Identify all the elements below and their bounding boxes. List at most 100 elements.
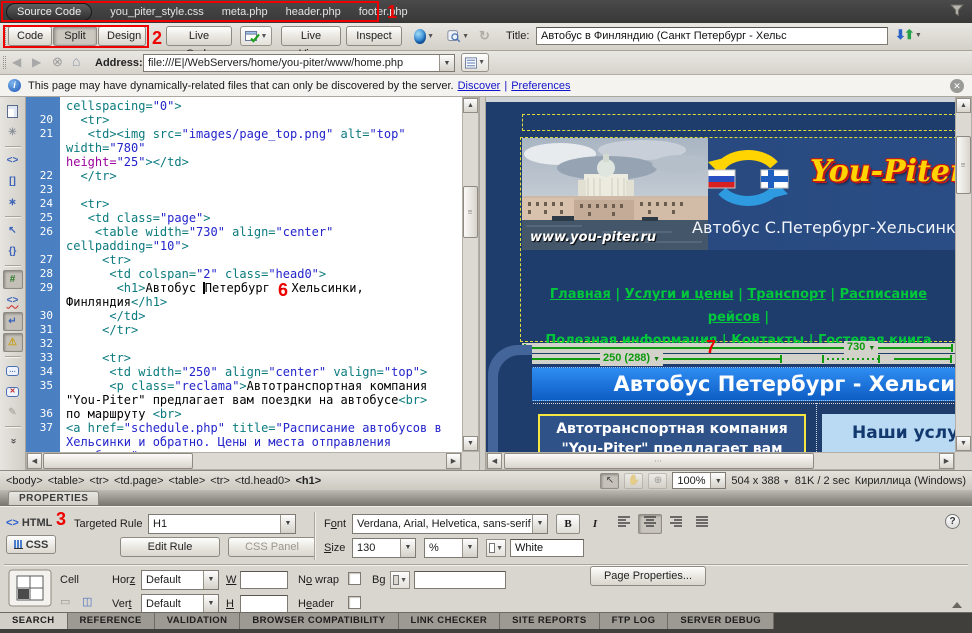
- code-line[interactable]: 21 <td><img src="images/page_top.png" al…: [26, 127, 462, 169]
- panel-tab-browser-compatibility[interactable]: BROWSER COMPATIBILITY: [240, 613, 398, 629]
- align-right-button[interactable]: [664, 514, 688, 534]
- text-color-input[interactable]: [510, 539, 584, 557]
- scroll-left-icon[interactable]: ◀: [27, 453, 42, 469]
- related-file-tab[interactable]: header.php: [286, 6, 341, 18]
- code-line[interactable]: 30 </td>: [26, 309, 462, 323]
- code-line[interactable]: 25 <td class="page">: [26, 211, 462, 225]
- code-line[interactable]: 27 <tr>: [26, 253, 462, 267]
- column-width-bar-250[interactable]: 250 (288) ▼: [522, 354, 955, 364]
- dropdown-arrow-icon[interactable]: ▼: [710, 473, 725, 488]
- size-unit-select[interactable]: %▼: [424, 538, 478, 558]
- header-checkbox[interactable]: [348, 596, 361, 609]
- select-tool-icon[interactable]: ↖: [600, 473, 619, 489]
- magnification-select[interactable]: 100%▼: [672, 472, 726, 489]
- panel-tab-ftp-log[interactable]: FTP LOG: [600, 613, 669, 629]
- align-center-button[interactable]: [638, 514, 662, 534]
- live-view-button[interactable]: Live View: [281, 26, 341, 46]
- bold-button[interactable]: B: [556, 514, 580, 534]
- discover-link[interactable]: Discover: [458, 80, 501, 92]
- code-line[interactable]: 31 </tr>: [26, 323, 462, 337]
- scroll-down-icon[interactable]: ▼: [463, 436, 478, 451]
- tag-selector-item[interactable]: <tr>: [89, 475, 109, 487]
- code-line[interactable]: 23: [26, 183, 462, 197]
- panel-tab-server-debug[interactable]: SERVER DEBUG: [668, 613, 774, 629]
- inspect-button[interactable]: Inspect: [346, 26, 402, 46]
- reclama-text-box[interactable]: Автотранспортная компания "You-Piter" пр…: [538, 414, 806, 452]
- table-width-bar-730[interactable]: 730 ▼: [522, 343, 955, 353]
- recent-snippets-icon[interactable]: »: [3, 431, 23, 450]
- source-code-tab[interactable]: Source Code: [6, 3, 92, 21]
- scrollbar-thumb[interactable]: ⋯: [504, 453, 814, 469]
- italic-button[interactable]: I: [583, 514, 607, 534]
- design-nav-link[interactable]: Услуги и цены: [625, 287, 734, 302]
- preferences-link[interactable]: Preferences: [511, 80, 570, 92]
- design-vertical-scrollbar[interactable]: ▲ ≡ ▼: [955, 97, 972, 452]
- tag-selector-item[interactable]: <table>: [48, 475, 85, 487]
- title-input[interactable]: [536, 27, 888, 45]
- window-size-select[interactable]: 504 x 388 ▼: [731, 475, 789, 487]
- dropdown-arrow-icon[interactable]: ▼: [280, 515, 295, 533]
- apply-comment-icon[interactable]: …: [3, 361, 23, 380]
- properties-panel-tab[interactable]: PROPERTIES: [8, 491, 99, 505]
- tag-selector-item[interactable]: <h1>: [296, 475, 322, 487]
- css-mode-button[interactable]: CSS: [6, 535, 56, 554]
- select-parent-tag-icon[interactable]: ↖: [3, 221, 23, 240]
- address-input[interactable]: file:///E|/WebServers/home/you-piter/www…: [143, 54, 455, 72]
- tag-selector-item[interactable]: <table>: [169, 475, 206, 487]
- collapse-panel-icon[interactable]: [952, 602, 962, 608]
- page-heading-banner[interactable]: Автобус Петербург - Хельсинки: [526, 367, 955, 401]
- scroll-up-icon[interactable]: ▲: [463, 98, 478, 113]
- code-line[interactable]: 22 </tr>: [26, 169, 462, 183]
- code-view-pane[interactable]: cellspacing="0">20 <tr>21 <td><img src="…: [26, 97, 462, 452]
- size-select[interactable]: 130▼: [352, 538, 416, 558]
- dropdown-arrow-icon[interactable]: ▼: [532, 515, 547, 533]
- code-navigator-icon[interactable]: ✳: [3, 123, 23, 142]
- file-management-button[interactable]: ⬇ ⬆ ▼: [895, 27, 922, 43]
- code-vertical-scrollbar[interactable]: ▲ ≡ ▼: [462, 97, 479, 452]
- panel-tab-search[interactable]: SEARCH: [0, 613, 68, 629]
- scroll-up-icon[interactable]: ▲: [956, 98, 971, 113]
- nowrap-checkbox[interactable]: [348, 572, 361, 585]
- edit-rule-button[interactable]: Edit Rule: [120, 537, 220, 557]
- panel-tab-link-checker[interactable]: LINK CHECKER: [399, 613, 501, 629]
- panel-tab-reference[interactable]: REFERENCE: [68, 613, 155, 629]
- dropdown-arrow-icon[interactable]: ▼: [203, 595, 218, 613]
- html-mode-button[interactable]: <>HTML: [6, 514, 56, 531]
- h-input[interactable]: [240, 595, 288, 613]
- dropdown-arrow-icon[interactable]: ▼: [462, 539, 477, 557]
- code-line[interactable]: 36по маршруту <br>: [26, 407, 462, 421]
- column-width-menu-icon[interactable]: ▼: [653, 356, 660, 363]
- related-file-tab[interactable]: you_piter_style.css: [110, 6, 204, 18]
- help-icon[interactable]: ?: [945, 514, 960, 529]
- code-line[interactable]: 33 <tr>: [26, 351, 462, 365]
- targeted-rule-select[interactable]: H1▼: [148, 514, 296, 534]
- scroll-right-icon[interactable]: ▶: [446, 453, 461, 469]
- open-documents-icon[interactable]: [3, 102, 23, 121]
- panel-tab-site-reports[interactable]: SITE REPORTS: [500, 613, 599, 629]
- scroll-right-icon[interactable]: ▶: [939, 453, 954, 469]
- scrollbar-thumb[interactable]: ≡: [956, 136, 971, 194]
- forward-icon[interactable]: ▶: [32, 55, 41, 69]
- scroll-down-icon[interactable]: ▼: [956, 436, 971, 451]
- code-horizontal-scrollbar[interactable]: ◀ ▶: [26, 452, 462, 470]
- code-view-button[interactable]: Code: [8, 26, 52, 46]
- bg-color-input[interactable]: [414, 571, 506, 589]
- design-nav-link[interactable]: Главная: [550, 287, 611, 302]
- highlight-invalid-code-icon[interactable]: <>: [3, 291, 23, 310]
- code-line[interactable]: 34 <td width="250" align="center" valign…: [26, 365, 462, 379]
- vert-select[interactable]: Default▼: [141, 594, 219, 614]
- related-file-tab[interactable]: meta.php: [222, 6, 268, 18]
- check-browser-compatibility-button[interactable]: ▼: [240, 26, 272, 46]
- tag-selector-item[interactable]: <tr>: [210, 475, 230, 487]
- address-dropdown-icon[interactable]: ▼: [439, 55, 454, 71]
- tag-selector-item[interactable]: <td.head0>: [235, 475, 291, 487]
- code-line[interactable]: 28 <td colspan="2" class="head0">: [26, 267, 462, 281]
- expand-all-icon[interactable]: ∗: [3, 193, 23, 212]
- home-icon[interactable]: ⌂: [72, 53, 80, 69]
- related-file-tab[interactable]: footer.php: [359, 6, 408, 18]
- tag-selector-item[interactable]: <body>: [6, 475, 43, 487]
- scrollbar-thumb[interactable]: ≡: [463, 186, 478, 238]
- text-color-swatch[interactable]: ▼: [486, 539, 506, 557]
- code-line[interactable]: 29 <h1>Автобус Петербург - Хельсинки, Фи…: [26, 281, 462, 309]
- dropdown-arrow-icon[interactable]: ▼: [203, 571, 218, 589]
